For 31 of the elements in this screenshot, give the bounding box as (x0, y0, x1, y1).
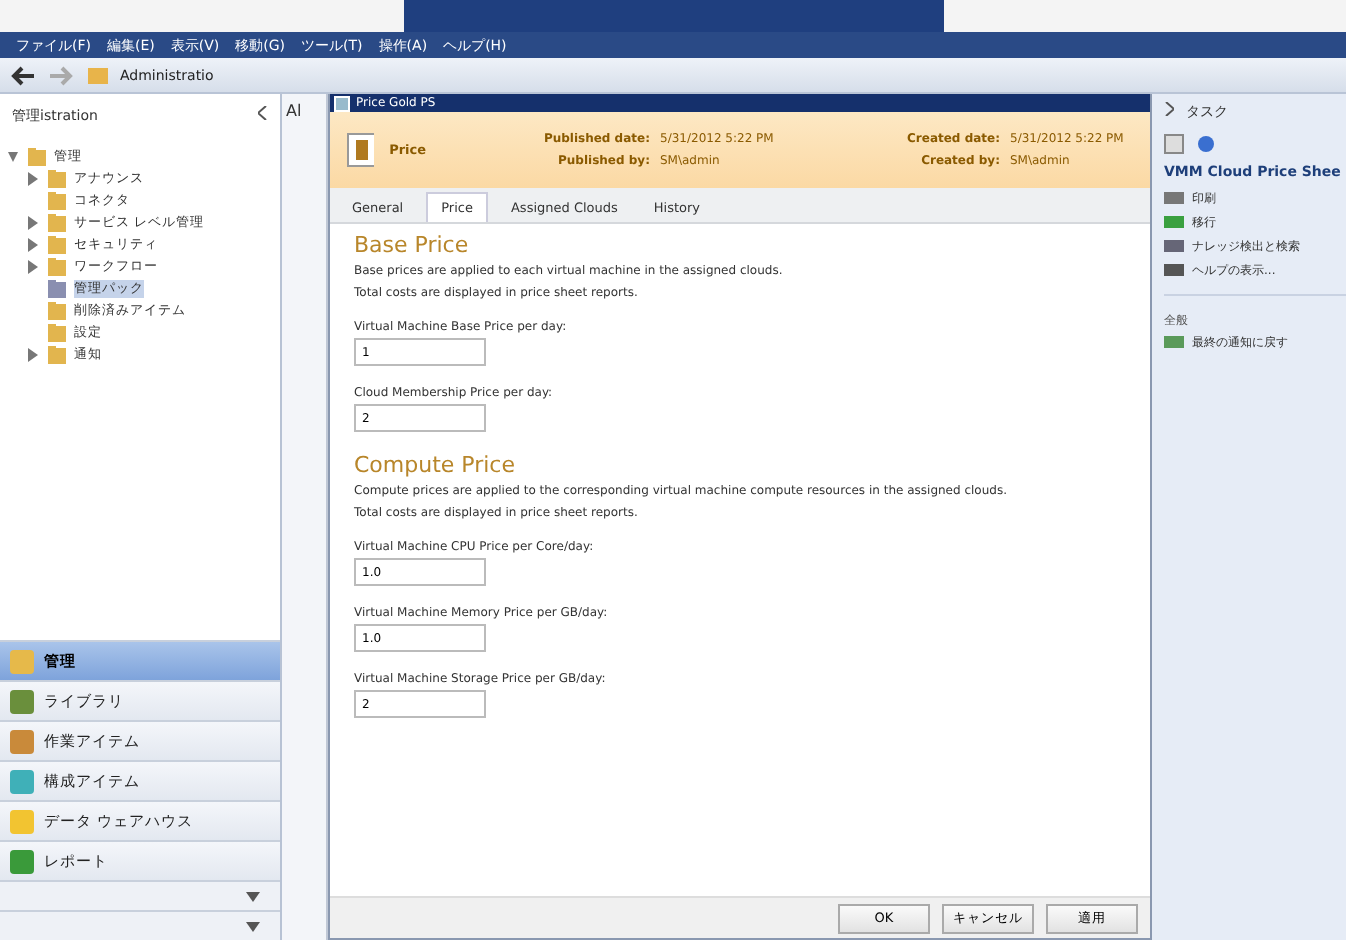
folder-icon (26, 146, 48, 168)
folder-icon (46, 234, 68, 256)
folder-icon (46, 322, 68, 344)
collapse-icon[interactable] (258, 106, 268, 120)
folder-icon (46, 190, 68, 212)
workspace-icon (8, 807, 36, 835)
folder-icon (46, 168, 68, 190)
folder-icon (46, 278, 68, 300)
task-icon (1164, 334, 1184, 350)
refresh-icon[interactable] (1164, 134, 1184, 154)
document-icon (346, 132, 374, 168)
folder-icon (46, 300, 68, 322)
folder-icon (46, 212, 68, 234)
back-icon[interactable] (8, 63, 36, 87)
section-heading: Compute Price (354, 452, 517, 478)
workspace-icon (8, 647, 36, 675)
column-header: Al (286, 102, 302, 120)
folder-icon (46, 344, 68, 366)
workspace-icon (8, 727, 36, 755)
globe-icon[interactable] (1196, 134, 1216, 154)
workspace-icon (8, 687, 36, 715)
chevron-icon[interactable] (246, 891, 260, 901)
window-icon (334, 95, 350, 111)
expander-icon[interactable] (28, 348, 38, 362)
section-heading: Base Price (354, 232, 471, 258)
folder-icon (46, 256, 68, 278)
folder-icon (88, 63, 108, 87)
workspace-icon (8, 847, 36, 875)
workspace-icon (8, 767, 36, 795)
expand-icon[interactable] (1164, 102, 1174, 116)
chevron-icon[interactable] (246, 921, 260, 931)
